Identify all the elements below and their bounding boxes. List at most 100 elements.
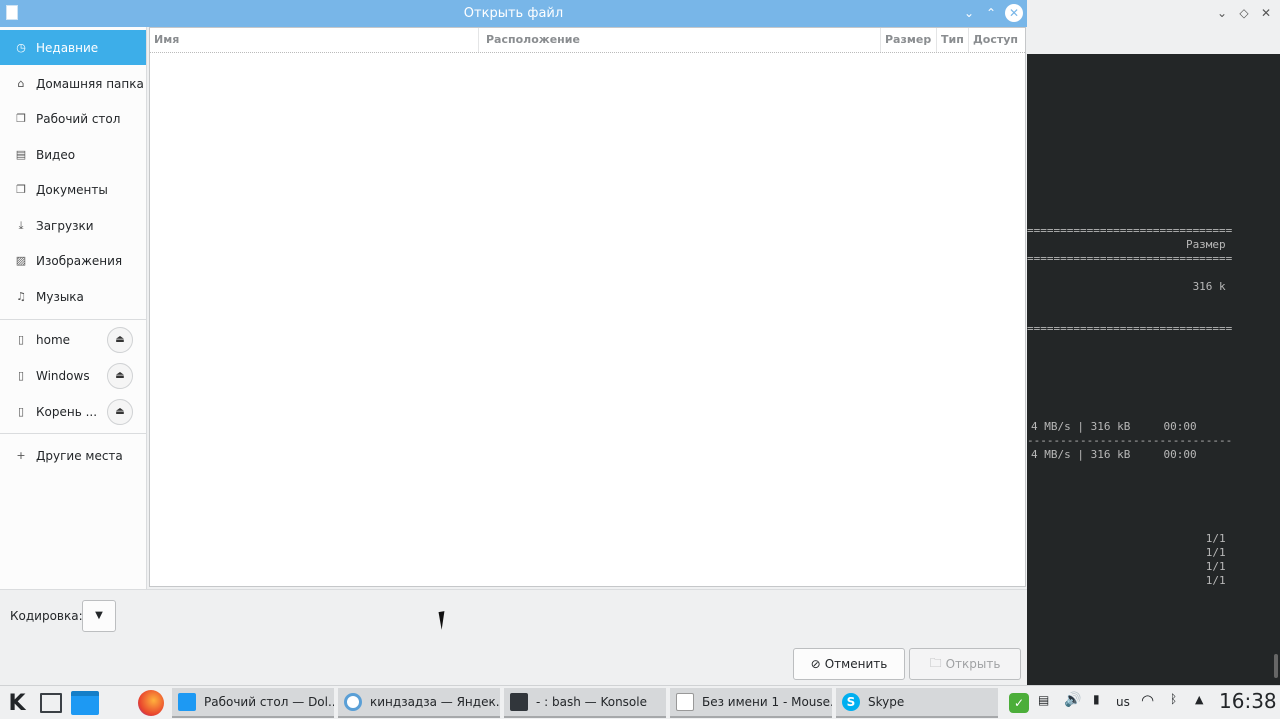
sidebar-divider (0, 319, 146, 320)
wifi-icon[interactable]: ◠ (1141, 691, 1154, 709)
close-icon[interactable]: ✕ (1005, 4, 1023, 22)
file-list[interactable]: Имя Расположение Размер Тип Доступ (149, 27, 1026, 587)
clock-icon: ◷ (16, 41, 26, 54)
cancel-icon: ⊘ (810, 657, 821, 671)
sidebar-item-label: Загрузки (36, 218, 94, 233)
task-konsole[interactable]: - : bash — Konsole (504, 688, 666, 718)
sidebar-item-music[interactable]: ♫ Музыка (0, 279, 146, 314)
column-header-access[interactable]: Доступ (969, 28, 1025, 52)
keep-above-icon[interactable]: ◇ (1237, 6, 1251, 20)
clipboard-icon[interactable]: ▤ (1038, 693, 1049, 707)
sidebar-item-label: Windows (36, 368, 90, 383)
column-header-location[interactable]: Расположение (482, 28, 881, 52)
download-icon: ⤓ (18, 218, 24, 232)
sidebar-item-label: Недавние (36, 40, 99, 55)
task-mousepad[interactable]: Без имени 1 - Mouse... (670, 688, 832, 718)
browser-icon (344, 693, 362, 711)
folder-icon (178, 693, 196, 711)
task-browser[interactable]: киндзадза — Яндек... (338, 688, 500, 718)
terminal-output[interactable]: =============================== Размер =… (1027, 54, 1280, 685)
sidebar-item-label: home (36, 332, 71, 347)
film-icon: ▤ (15, 148, 27, 161)
folder-open-icon: 🗀 (929, 655, 942, 670)
file-manager-icon[interactable] (70, 689, 100, 717)
sidebar-item-desktop[interactable]: ❐ Рабочий стол (0, 101, 146, 136)
column-header-name[interactable]: Имя (150, 28, 479, 52)
dialog-titlebar[interactable]: Открыть файл ⌄ ⌃ ✕ (0, 0, 1027, 27)
eject-icon[interactable]: ⏏ (107, 363, 133, 389)
terminal-line: ------------------------------- (1027, 434, 1233, 447)
minimize-icon[interactable]: ⌄ (961, 5, 977, 21)
kde-launcher-icon[interactable]: K (4, 689, 30, 717)
sidebar-item-recent[interactable]: ◷ Недавние (0, 30, 146, 65)
dialog-title: Открыть файл (463, 6, 564, 21)
terminal-icon (510, 693, 528, 711)
skype-icon: S (842, 693, 860, 711)
background-terminal-window: ⌄ ◇ ✕ =============================== Ра… (1027, 0, 1280, 685)
show-desktop-icon[interactable] (38, 689, 64, 717)
column-header-size[interactable]: Размер (881, 28, 937, 52)
task-label: киндзадза — Яндек... (370, 695, 500, 709)
home-icon: ⌂ (17, 77, 25, 90)
plus-icon: + (16, 449, 26, 462)
clock[interactable]: 16:38 (1219, 689, 1277, 713)
task-skype[interactable]: S Skype (836, 688, 998, 718)
drive-icon: ▯ (17, 405, 25, 418)
sidebar-item-other-locations[interactable]: + Другие места (0, 438, 146, 473)
image-icon: ▨ (15, 254, 27, 267)
firefox-icon[interactable] (136, 689, 166, 717)
drive-icon: ▯ (17, 369, 25, 382)
open-button-label: Открыть (945, 657, 1001, 671)
documents-icon: ❐ (16, 183, 26, 196)
sidebar-item-label: Документы (36, 182, 108, 197)
usb-drive-icon[interactable]: ▮ (1093, 692, 1100, 706)
task-label: Без имени 1 - Mouse... (702, 695, 832, 709)
task-label: - : bash — Konsole (536, 695, 647, 709)
terminal-scrollbar[interactable] (1274, 654, 1278, 678)
terminal-line: =============================== (1027, 252, 1233, 265)
open-file-dialog: Открыть файл ⌄ ⌃ ✕ ◷ Недавние ⌂ Домашняя… (0, 0, 1027, 685)
terminal-line: 316 k (1027, 280, 1226, 293)
encoding-label: Кодировка: (10, 609, 83, 623)
music-note-icon: ♫ (16, 290, 26, 303)
sidebar-item-label: Рабочий стол (36, 111, 121, 126)
sidebar-divider (0, 433, 146, 434)
column-header-type[interactable]: Тип (937, 28, 969, 52)
eject-icon[interactable]: ⏏ (107, 327, 133, 353)
tray-expand-icon[interactable]: ▲ (1195, 693, 1203, 706)
task-label: Skype (868, 695, 905, 709)
sidebar-item-downloads[interactable]: ⤓ Загрузки (0, 208, 146, 243)
sidebar-item-pictures[interactable]: ▨ Изображения (0, 243, 146, 278)
cancel-button-label: Отменить (824, 657, 888, 671)
sidebar-item-label: Изображения (36, 253, 123, 268)
drive-icon: ▯ (17, 333, 25, 346)
terminal-line: =============================== (1027, 224, 1233, 237)
volume-icon[interactable]: 🔊 (1064, 692, 1081, 708)
task-dolphin[interactable]: Рабочий стол — Dol... (172, 688, 334, 718)
sidebar-item-label: Корень ... (36, 404, 98, 419)
cancel-button[interactable]: ⊘ Отменить (793, 648, 905, 680)
chevron-down-icon: ▼ (95, 610, 103, 621)
sidebar-item-video[interactable]: ▤ Видео (0, 137, 146, 172)
sidebar-item-label: Домашняя папка (36, 76, 144, 91)
sidebar-item-home[interactable]: ⌂ Домашняя папка (0, 66, 146, 101)
update-check-icon[interactable]: ✓ (1009, 693, 1029, 713)
terminal-line: 4 MB/s | 316 kB 00:00 (1031, 448, 1197, 461)
encoding-dropdown[interactable]: ▼ (82, 600, 116, 632)
sidebar-item-label: Видео (36, 147, 76, 162)
keyboard-layout[interactable]: us (1116, 695, 1130, 709)
terminal-line: Размер (1027, 238, 1226, 251)
minimize-icon[interactable]: ⌄ (1215, 6, 1229, 20)
maximize-icon[interactable]: ⌃ (983, 5, 999, 21)
places-sidebar: ◷ Недавние ⌂ Домашняя папка ❐ Рабочий ст… (0, 27, 147, 589)
terminal-line: 4 MB/s | 316 kB 00:00 (1031, 420, 1197, 433)
terminal-line: =============================== (1027, 322, 1233, 335)
open-button[interactable]: 🗀 Открыть (909, 648, 1021, 680)
header-divider (150, 52, 1025, 53)
close-icon[interactable]: ✕ (1259, 6, 1273, 20)
text-editor-icon (676, 693, 694, 711)
sidebar-item-documents[interactable]: ❐ Документы (0, 172, 146, 207)
eject-icon[interactable]: ⏏ (107, 399, 133, 425)
desktop-folder-icon: ❐ (16, 112, 26, 125)
bluetooth-icon[interactable]: ᛒ (1170, 692, 1177, 706)
